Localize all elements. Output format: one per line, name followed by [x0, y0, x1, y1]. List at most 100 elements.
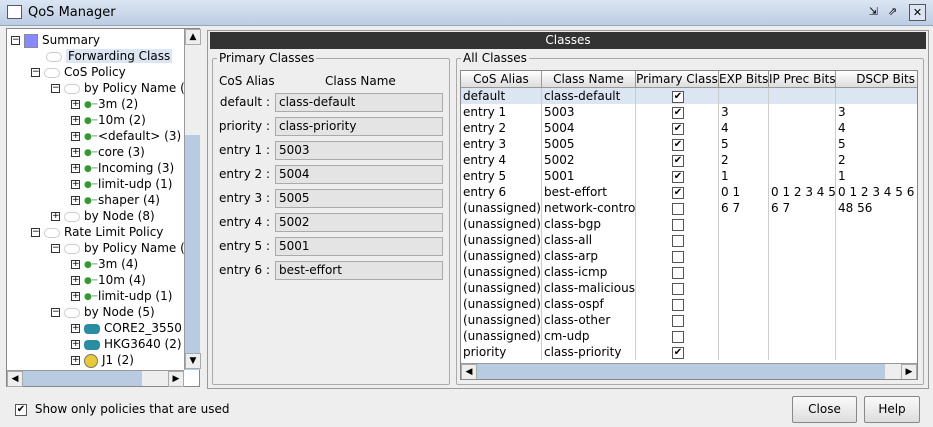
- expand-icon[interactable]: +: [71, 260, 80, 269]
- primary-class-field[interactable]: best-effort: [275, 261, 443, 280]
- collapse-icon[interactable]: −: [51, 244, 60, 253]
- expand-icon[interactable]: +: [71, 148, 80, 157]
- navigation-tree[interactable]: − Summary Forwarding Class − CoS Policy − by P…: [6, 28, 201, 387]
- table-row[interactable]: (unassigned) cm-udp: [461, 328, 917, 344]
- tree-node[interactable]: − by Policy Name (3): [51, 240, 197, 256]
- all-classes-table[interactable]: CoS Alias Class Name Primary Class EXP Bits…: [460, 70, 918, 380]
- scroll-up-icon[interactable]: ▲: [185, 29, 201, 45]
- table-row[interactable]: (unassigned) class-malicious: [461, 280, 917, 296]
- help-button[interactable]: Help: [864, 396, 920, 423]
- primary-class-checkbox[interactable]: ✔: [636, 184, 719, 200]
- tree-node[interactable]: Forwarding Class: [31, 48, 173, 64]
- column-header[interactable]: Class Name: [542, 71, 636, 88]
- primary-class-field[interactable]: class-priority: [275, 117, 443, 136]
- tree-node[interactable]: − Rate Limit Policy: [31, 224, 163, 240]
- checkbox-icon[interactable]: [672, 314, 684, 327]
- column-header[interactable]: Primary Class: [636, 71, 719, 88]
- tree-node[interactable]: − CoS Policy: [31, 64, 126, 80]
- checkbox-icon[interactable]: ✔: [672, 138, 684, 151]
- tree-node[interactable]: + CORE2_3550: [71, 320, 182, 336]
- maximize-icon[interactable]: ⇗: [884, 4, 901, 21]
- primary-class-checkbox[interactable]: [636, 248, 719, 264]
- primary-class-field[interactable]: 5003: [275, 141, 443, 160]
- expand-icon[interactable]: +: [71, 116, 80, 125]
- expand-icon[interactable]: +: [71, 164, 80, 173]
- tree-node[interactable]: + ●─limit-udp (1): [71, 176, 172, 192]
- checkbox-icon[interactable]: [672, 282, 684, 295]
- primary-class-checkbox[interactable]: [636, 296, 719, 312]
- primary-class-checkbox[interactable]: ✔: [636, 88, 719, 104]
- checkbox-icon[interactable]: ✔: [672, 106, 684, 119]
- table-row[interactable]: (unassigned) network-control 6 76 7 48 56: [461, 200, 917, 216]
- tree-node[interactable]: + ●─3m (4): [71, 256, 138, 272]
- checkbox-icon[interactable]: ✔: [672, 346, 684, 359]
- expand-icon[interactable]: +: [71, 292, 80, 301]
- scroll-left-icon[interactable]: ◀: [7, 371, 23, 387]
- table-row[interactable]: entry 2 5004 ✔ 4 4: [461, 120, 917, 136]
- primary-class-checkbox[interactable]: [636, 280, 719, 296]
- checkbox-icon[interactable]: ✔: [672, 154, 684, 167]
- primary-class-checkbox[interactable]: [636, 328, 719, 344]
- tree-node[interactable]: − by Policy Name (7): [51, 80, 197, 96]
- primary-class-checkbox[interactable]: [636, 200, 719, 216]
- checkbox-icon[interactable]: [672, 250, 684, 263]
- scroll-down-icon[interactable]: ▼: [185, 353, 201, 369]
- tree-node[interactable]: + J1 (2): [71, 352, 134, 368]
- collapse-icon[interactable]: −: [51, 308, 60, 317]
- collapse-icon[interactable]: −: [11, 36, 20, 45]
- primary-class-checkbox[interactable]: ✔: [636, 136, 719, 152]
- table-row[interactable]: entry 1 5003 ✔ 3 3: [461, 104, 917, 120]
- expand-icon[interactable]: +: [71, 180, 80, 189]
- collapse-icon[interactable]: −: [31, 228, 40, 237]
- close-icon[interactable]: ✕: [909, 4, 926, 21]
- tree-node[interactable]: + HKG3640 (2): [71, 336, 182, 352]
- checkbox-icon[interactable]: [672, 330, 684, 343]
- table-row[interactable]: (unassigned) class-arp: [461, 248, 917, 264]
- primary-class-checkbox[interactable]: ✔: [636, 120, 719, 136]
- expand-icon[interactable]: +: [51, 212, 60, 221]
- tree-vertical-scrollbar[interactable]: ▲ ▼: [184, 29, 201, 370]
- expand-icon[interactable]: +: [71, 356, 80, 365]
- expand-icon[interactable]: +: [71, 276, 80, 285]
- scroll-left-icon[interactable]: ◀: [461, 364, 477, 379]
- primary-class-checkbox[interactable]: [636, 264, 719, 280]
- primary-class-checkbox[interactable]: [636, 312, 719, 328]
- table-row[interactable]: default class-default ✔: [461, 88, 917, 104]
- checkbox-icon[interactable]: [672, 202, 684, 215]
- tree-node[interactable]: − by Node (5): [51, 304, 155, 320]
- primary-class-checkbox[interactable]: ✔: [636, 344, 719, 360]
- expand-icon[interactable]: +: [71, 324, 80, 333]
- table-row[interactable]: (unassigned) class-ospf: [461, 296, 917, 312]
- table-row[interactable]: priority class-priority ✔: [461, 344, 917, 360]
- expand-icon[interactable]: +: [71, 132, 80, 141]
- tree-node[interactable]: + ●─3m (2): [71, 96, 138, 112]
- expand-icon[interactable]: +: [71, 340, 80, 349]
- primary-class-checkbox[interactable]: ✔: [636, 168, 719, 184]
- checkbox-icon[interactable]: [672, 298, 684, 311]
- checkbox-icon[interactable]: ✔: [672, 186, 684, 199]
- tree-node[interactable]: + ●─10m (4): [71, 272, 146, 288]
- checkbox-icon[interactable]: ✔: [672, 170, 684, 183]
- tree-node[interactable]: − Summary: [11, 32, 100, 48]
- table-row[interactable]: entry 5 5001 ✔ 1 1: [461, 168, 917, 184]
- checkbox-icon[interactable]: [672, 234, 684, 247]
- table-row[interactable]: (unassigned) class-icmp: [461, 264, 917, 280]
- primary-class-field[interactable]: 5004: [275, 165, 443, 184]
- primary-class-checkbox[interactable]: ✔: [636, 104, 719, 120]
- expand-icon[interactable]: +: [71, 196, 80, 205]
- show-used-checkbox[interactable]: ✔: [15, 403, 27, 416]
- primary-class-field[interactable]: 5005: [275, 189, 443, 208]
- column-header[interactable]: EXP Bits: [719, 71, 769, 88]
- primary-class-field[interactable]: 5001: [275, 237, 443, 256]
- table-row[interactable]: entry 3 5005 ✔ 5 5: [461, 136, 917, 152]
- column-header[interactable]: DSCP Bits: [836, 71, 917, 88]
- table-row[interactable]: (unassigned) class-all: [461, 232, 917, 248]
- table-row[interactable]: entry 6 best-effort ✔ 0 10 1 2 3 4 50 1 2 3…: [461, 184, 917, 200]
- checkbox-icon[interactable]: [672, 218, 684, 231]
- table-row[interactable]: (unassigned) class-bgp: [461, 216, 917, 232]
- primary-class-field[interactable]: class-default: [275, 93, 443, 112]
- tree-node[interactable]: + by Node (8): [51, 208, 155, 224]
- tree-node[interactable]: + ●─<default> (3): [71, 128, 181, 144]
- column-header[interactable]: IP Prec Bits: [769, 71, 836, 88]
- tree-node[interactable]: + ●─shaper (4): [71, 192, 160, 208]
